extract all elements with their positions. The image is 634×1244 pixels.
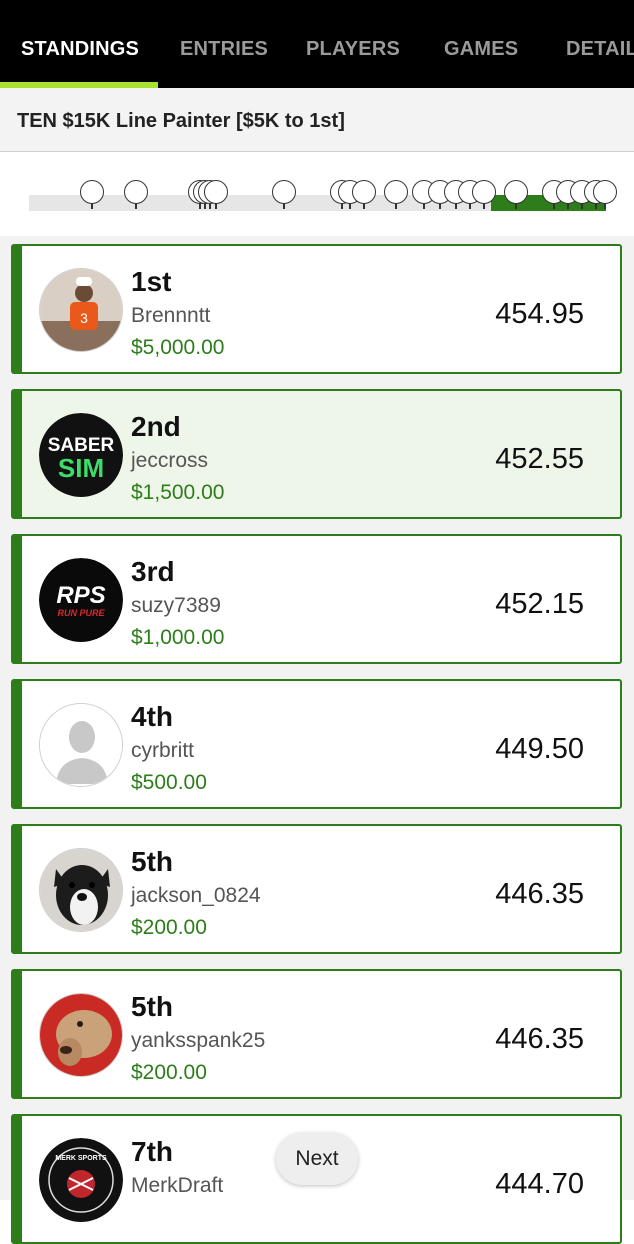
prize-amount: $500.00 <box>131 771 207 794</box>
standing-card[interactable]: 5th jackson_0824 $200.00 446.35 <box>11 824 622 954</box>
rank-label: 1st <box>131 266 172 297</box>
tab-bar: STANDINGS ENTRIES PLAYERS GAMES DETAIL <box>0 0 634 88</box>
username[interactable]: yanksspank25 <box>131 1029 265 1053</box>
username[interactable]: jeccross <box>131 449 208 473</box>
standing-card[interactable]: 3 1st Brennntt $5,000.00 454.95 <box>11 244 622 374</box>
prize-amount: $200.00 <box>131 916 207 939</box>
player-marker-icon <box>80 180 104 209</box>
avatar: SABER SIM <box>39 413 123 497</box>
tab-players[interactable]: PLAYERS <box>306 38 400 61</box>
svg-text:RPS: RPS <box>56 582 105 609</box>
avatar <box>39 703 123 787</box>
player-marker-icon <box>352 180 376 209</box>
default-avatar-icon <box>40 704 122 786</box>
merk-sports-logo: MERK SPORTS <box>39 1138 123 1222</box>
sabersim-logo: SABER SIM <box>39 413 123 497</box>
dog-photo-icon <box>40 849 122 931</box>
username[interactable]: Brennntt <box>131 304 210 328</box>
rps-logo: RPS RUN PURE <box>39 558 123 642</box>
rank-label: 4th <box>131 701 173 732</box>
svg-text:MERK SPORTS: MERK SPORTS <box>55 1155 107 1162</box>
score: 452.55 <box>495 443 584 475</box>
standing-card[interactable]: SABER SIM 2nd jeccross $1,500.00 452.55 <box>11 389 622 519</box>
standings-list: 3 1st Brennntt $5,000.00 454.95 SABER SI… <box>0 236 634 1244</box>
score: 446.35 <box>495 1023 584 1055</box>
next-button[interactable]: Next <box>276 1133 358 1185</box>
svg-text:RUN PURE: RUN PURE <box>57 608 105 618</box>
rank-label: 2nd <box>131 411 181 442</box>
username[interactable]: suzy7389 <box>131 594 221 618</box>
rank-label: 3rd <box>131 556 175 587</box>
score: 446.35 <box>495 878 584 910</box>
avatar: 3 <box>39 268 123 352</box>
tab-games[interactable]: GAMES <box>444 38 518 61</box>
player-marker-icon <box>204 180 228 209</box>
player-marker-icon <box>272 180 296 209</box>
tab-standings[interactable]: STANDINGS <box>21 38 139 61</box>
prize-amount: $1,500.00 <box>131 481 225 504</box>
avatar <box>39 993 123 1077</box>
player-marker-icon <box>124 180 148 209</box>
avatar: MERK SPORTS <box>39 1138 123 1222</box>
contest-title: TEN $15K Line Painter [$5K to 1st] <box>17 110 345 132</box>
standing-card[interactable]: 5th yanksspank25 $200.00 446.35 <box>11 969 622 1099</box>
photo-person-icon: 3 <box>40 269 122 351</box>
username[interactable]: jackson_0824 <box>131 884 261 908</box>
rank-label: 5th <box>131 991 173 1022</box>
contest-header: TEN $15K Line Painter [$5K to 1st] <box>0 88 634 152</box>
svg-text:SIM: SIM <box>58 453 104 483</box>
standing-card[interactable]: RPS RUN PURE 3rd suzy7389 $1,000.00 452.… <box>11 534 622 664</box>
prize-amount: $5,000.00 <box>131 336 225 359</box>
dog-photo-icon <box>40 994 122 1076</box>
username[interactable]: cyrbritt <box>131 739 194 763</box>
lineup-progress-strip[interactable] <box>0 152 634 236</box>
svg-text:3: 3 <box>80 310 88 326</box>
prize-amount: $200.00 <box>131 1061 207 1084</box>
player-marker-icon <box>384 180 408 209</box>
rank-label: 7th <box>131 1136 173 1167</box>
player-marker-icon <box>504 180 528 209</box>
prize-amount: $1,000.00 <box>131 626 225 649</box>
tab-detail[interactable]: DETAIL <box>566 38 634 61</box>
score: 452.15 <box>495 588 584 620</box>
username[interactable]: MerkDraft <box>131 1174 223 1198</box>
tab-entries[interactable]: ENTRIES <box>180 38 268 61</box>
score: 449.50 <box>495 733 584 765</box>
rank-label: 5th <box>131 846 173 877</box>
score: 444.70 <box>495 1168 584 1200</box>
score: 454.95 <box>495 298 584 330</box>
avatar: RPS RUN PURE <box>39 558 123 642</box>
standing-card[interactable]: 4th cyrbritt $500.00 449.50 <box>11 679 622 809</box>
player-marker-icon <box>472 180 496 209</box>
player-marker-icon <box>593 180 617 209</box>
avatar <box>39 848 123 932</box>
